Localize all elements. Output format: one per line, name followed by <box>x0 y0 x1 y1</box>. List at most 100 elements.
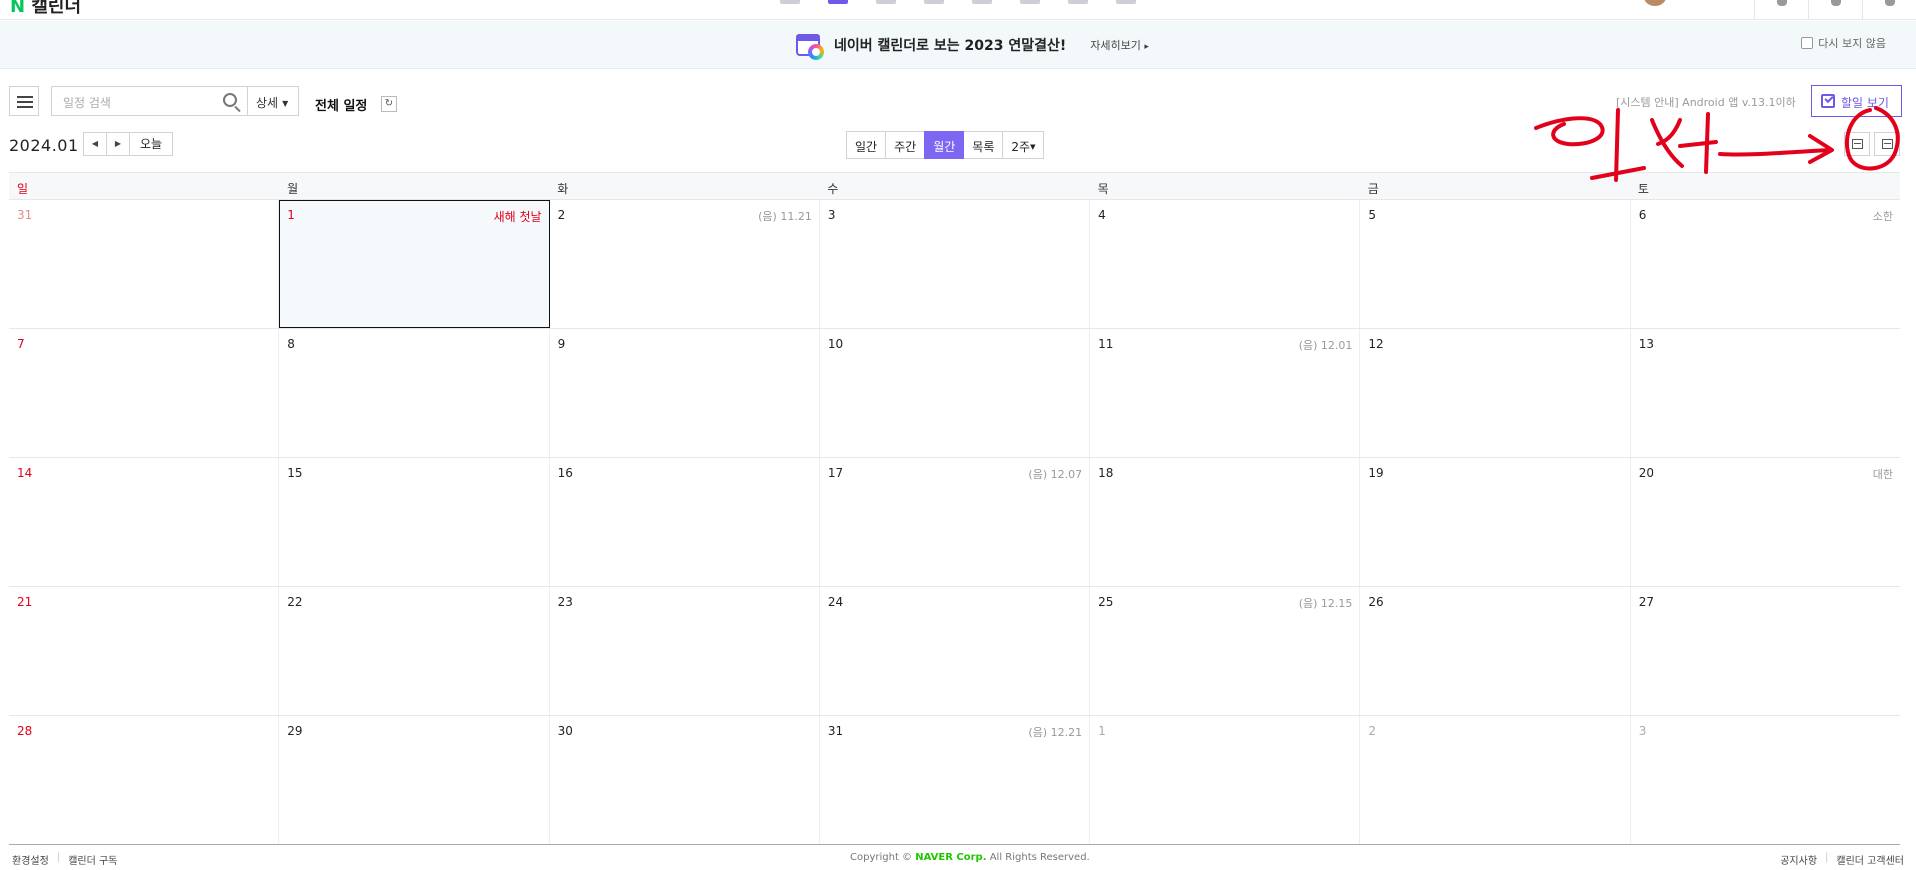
day-cell[interactable]: 3 <box>1631 716 1900 844</box>
day-cell[interactable]: 15 <box>279 458 550 586</box>
save-image-icon[interactable] <box>1844 132 1870 156</box>
menu-button[interactable] <box>9 86 39 116</box>
app-icon[interactable] <box>876 0 896 4</box>
day-cell[interactable]: 29 <box>279 716 550 844</box>
prev-month-button[interactable]: ◀ <box>83 132 107 156</box>
notification-icon[interactable] <box>1754 0 1808 20</box>
search-input[interactable]: 일정 검색 <box>51 86 248 116</box>
todo-view-button[interactable]: 할일 보기 <box>1811 85 1902 117</box>
day-cell[interactable]: 27 <box>1631 587 1900 715</box>
settings-link[interactable]: 환경설정 <box>12 852 49 867</box>
day-cell[interactable]: 21 <box>9 587 280 715</box>
banner-more-link[interactable]: 자세히보기 ▸ <box>1090 37 1149 53</box>
app-icon[interactable] <box>972 0 992 4</box>
weekday-label: 토 <box>1637 182 1649 196</box>
tab-month[interactable]: 월간 <box>924 131 965 159</box>
print-icon[interactable] <box>1874 132 1900 156</box>
app-icon[interactable] <box>924 0 944 4</box>
day-number: 1 <box>287 208 295 222</box>
lunar-date-label: 대한 <box>1872 468 1893 481</box>
day-cell[interactable]: 2 (음) 11.21 <box>550 200 820 328</box>
calendar-app-icon[interactable] <box>828 0 848 4</box>
day-cell[interactable]: 1 새해 첫날 <box>279 200 550 328</box>
settings-icon[interactable] <box>1808 0 1862 20</box>
lunar-date-label: (음) 12.01 <box>1298 339 1353 352</box>
day-cell[interactable]: 1 <box>1090 716 1361 844</box>
day-number: 3 <box>1638 724 1647 738</box>
day-cell[interactable]: 22 <box>279 587 550 715</box>
day-number: 11 <box>1098 337 1114 351</box>
day-number: 29 <box>287 724 303 738</box>
promo-banner: 네이버 캘린더로 보는 2023 연말결산! 자세히보기 ▸ 다시 보지 않음 <box>0 21 1916 69</box>
day-cell[interactable]: 31 <box>9 200 280 328</box>
search-icon[interactable] <box>223 93 237 107</box>
tab-week[interactable]: 주간 <box>885 131 926 159</box>
day-number: 17 <box>827 466 844 480</box>
subscribe-link[interactable]: 캘린더 구독 <box>68 852 117 867</box>
day-cell[interactable]: 11 (음) 12.01 <box>1090 329 1361 457</box>
day-cell[interactable]: 6 소한 <box>1631 200 1900 328</box>
app-logo[interactable]: N 캘린더 <box>10 0 81 18</box>
tab-day[interactable]: 일간 <box>846 131 887 159</box>
calendar-colorwheel-icon <box>796 32 826 60</box>
day-number: 8 <box>287 337 295 351</box>
day-cell[interactable]: 7 <box>9 329 280 457</box>
notices-link[interactable]: 공지사항 <box>1780 852 1817 867</box>
day-number: 10 <box>827 337 844 351</box>
holiday-label: 새해 첫날 <box>493 210 542 224</box>
day-cell[interactable]: 19 <box>1360 458 1631 586</box>
detail-search-dropdown[interactable]: 상세 ▼ <box>247 86 299 116</box>
star-icon[interactable] <box>1116 0 1136 4</box>
day-cell[interactable]: 13 <box>1631 329 1900 457</box>
day-cell[interactable]: 23 <box>550 587 820 715</box>
day-number: 2 <box>1368 724 1377 738</box>
day-number: 15 <box>287 466 303 480</box>
dont-show-again[interactable]: 다시 보지 않음 <box>1801 35 1886 51</box>
day-cell[interactable]: 12 <box>1360 329 1631 457</box>
day-cell[interactable]: 5 <box>1360 200 1631 328</box>
tab-list[interactable]: 목록 <box>963 131 1004 159</box>
day-cell[interactable]: 10 <box>820 329 1091 457</box>
top-right-actions <box>1754 0 1916 20</box>
app-icon[interactable] <box>1068 0 1088 4</box>
day-cell[interactable]: 20 대한 <box>1631 458 1900 586</box>
next-month-button[interactable]: ▶ <box>106 132 130 156</box>
banner-title[interactable]: 네이버 캘린더로 보는 2023 연말결산! <box>834 35 1066 55</box>
lunar-date-label: (음) 11.21 <box>758 210 812 223</box>
calendar-filter-label[interactable]: 전체 일정 <box>315 95 367 114</box>
dont-show-checkbox[interactable] <box>1801 37 1814 49</box>
day-cell[interactable]: 8 <box>279 329 550 457</box>
day-number: 14 <box>17 466 33 480</box>
day-cell[interactable]: 28 <box>9 716 280 844</box>
day-cell[interactable]: 18 <box>1090 458 1361 586</box>
lunar-date-label: (음) 12.21 <box>1028 726 1083 739</box>
lunar-date-label: 소한 <box>1872 210 1893 223</box>
today-button[interactable]: 오늘 <box>129 132 173 156</box>
system-notice[interactable]: [시스템 안내] Android 앱 v.13.1이하 버전 지원 종료 안내 <box>1616 94 1800 110</box>
day-number: 18 <box>1098 466 1114 480</box>
app-icon[interactable] <box>1020 0 1040 4</box>
day-number: 12 <box>1368 337 1384 351</box>
avatar[interactable] <box>1644 0 1666 6</box>
day-cell[interactable]: 26 <box>1360 587 1631 715</box>
day-cell[interactable]: 16 <box>550 458 820 586</box>
day-cell[interactable]: 25 (음) 12.15 <box>1090 587 1361 715</box>
day-cell[interactable]: 2 <box>1360 716 1631 844</box>
day-cell[interactable]: 17 (음) 12.07 <box>820 458 1091 586</box>
weekday-label: 수 <box>827 182 839 196</box>
day-cell[interactable]: 9 <box>550 329 820 457</box>
day-cell[interactable]: 3 <box>820 200 1091 328</box>
support-link[interactable]: 캘린더 고객센터 <box>1836 852 1904 867</box>
day-cell[interactable]: 14 <box>9 458 280 586</box>
view-tabs: 일간 주간 월간 목록 2주▼ <box>846 131 1045 159</box>
day-cell[interactable]: 4 <box>1090 200 1361 328</box>
day-cell[interactable]: 24 <box>820 587 1091 715</box>
apps-grid-icon[interactable] <box>1862 0 1916 20</box>
app-icon[interactable] <box>780 0 800 4</box>
refresh-icon[interactable]: ↻ <box>381 96 397 112</box>
naver-corp-link[interactable]: NAVER Corp. <box>915 852 986 863</box>
tab-two-week[interactable]: 2주▼ <box>1002 131 1045 159</box>
day-number: 30 <box>557 724 573 738</box>
day-cell[interactable]: 30 <box>550 716 820 844</box>
day-cell[interactable]: 31 (음) 12.21 <box>820 716 1091 844</box>
